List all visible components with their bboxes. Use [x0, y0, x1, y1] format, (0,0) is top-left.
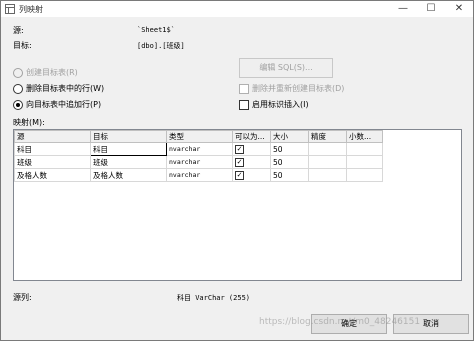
nullable-checkbox[interactable]: ✓: [235, 144, 244, 154]
column-mapping-dialog: 列映射 — ☐ ✕ 源: `Sheet1$` 目标: [dbo].[班级] 创建…: [0, 0, 474, 341]
column-header[interactable]: 精度: [308, 130, 347, 143]
nullable-cell[interactable]: ✓: [232, 142, 271, 156]
table-row[interactable]: 班级 班级 nvarchar ✓ 50: [14, 155, 383, 169]
maximize-button[interactable]: ☐: [417, 1, 445, 17]
column-header[interactable]: 目标: [90, 130, 167, 143]
source-cell[interactable]: 科目: [14, 142, 91, 156]
identity-insert-checkbox[interactable]: [239, 100, 249, 110]
edit-sql-button[interactable]: 编辑 SQL(S)...: [239, 58, 333, 78]
create-target-label: 创建目标表(R): [26, 68, 78, 77]
drop-recreate-checkbox[interactable]: [239, 84, 249, 94]
scale-cell[interactable]: [346, 155, 383, 169]
source-value: `Sheet1$`: [137, 26, 175, 34]
type-cell[interactable]: nvarchar: [166, 155, 233, 169]
column-header[interactable]: 小数...: [346, 130, 383, 143]
column-header[interactable]: 可以为...: [232, 130, 271, 143]
precision-cell[interactable]: [308, 142, 347, 156]
size-cell[interactable]: 50: [270, 142, 309, 156]
target-value: [dbo].[班级]: [137, 42, 185, 50]
create-target-radio[interactable]: [13, 68, 23, 78]
table-row[interactable]: 科目 科目 nvarchar ✓ 50: [14, 142, 383, 156]
close-button[interactable]: ✕: [445, 1, 473, 17]
delete-rows-label: 删除目标表中的行(W): [26, 84, 105, 93]
target-cell[interactable]: 科目: [90, 142, 167, 156]
nullable-checkbox[interactable]: ✓: [235, 157, 244, 167]
append-rows-label: 向目标表中追加行(P): [26, 100, 102, 109]
table-row[interactable]: 及格人数 及格人数 nvarchar ✓ 50: [14, 168, 383, 182]
size-cell[interactable]: 50: [270, 155, 309, 169]
title-bar: 列映射 — ☐ ✕: [1, 1, 473, 17]
mapping-grid: 源 目标 类型 可以为... 大小 精度 小数... 科目 科目 nvarcha…: [13, 129, 462, 281]
type-cell[interactable]: nvarchar: [166, 168, 233, 182]
target-cell[interactable]: 及格人数: [90, 168, 167, 182]
column-header[interactable]: 大小: [270, 130, 309, 143]
nullable-cell[interactable]: ✓: [232, 155, 271, 169]
precision-cell[interactable]: [308, 155, 347, 169]
type-cell[interactable]: nvarchar: [166, 142, 233, 156]
nullable-cell[interactable]: ✓: [232, 168, 271, 182]
source-column-value: 科目 VarChar (255): [177, 294, 251, 302]
source-cell[interactable]: 及格人数: [14, 168, 91, 182]
delete-rows-radio[interactable]: [13, 84, 23, 94]
target-label: 目标:: [13, 41, 32, 50]
source-cell[interactable]: 班级: [14, 155, 91, 169]
target-cell[interactable]: 班级: [90, 155, 167, 169]
column-header[interactable]: 源: [14, 130, 91, 143]
watermark: https://blog.csdn.net/m0_48246151: [259, 317, 421, 327]
identity-insert-label: 启用标识插入(I): [252, 100, 309, 109]
minimize-button[interactable]: —: [389, 1, 417, 17]
mapping-table: 源 目标 类型 可以为... 大小 精度 小数... 科目 科目 nvarcha…: [14, 130, 383, 182]
mappings-label: 映射(M):: [13, 118, 45, 127]
precision-cell[interactable]: [308, 168, 347, 182]
scale-cell[interactable]: [346, 142, 383, 156]
app-icon: [5, 4, 15, 14]
source-column-label: 源列:: [13, 293, 32, 302]
table-header-row: 源 目标 类型 可以为... 大小 精度 小数...: [14, 130, 383, 143]
append-rows-radio[interactable]: [13, 100, 23, 110]
window-title: 列映射: [19, 5, 43, 14]
scale-cell[interactable]: [346, 168, 383, 182]
source-label: 源:: [13, 26, 24, 35]
drop-recreate-label: 删除并重新创建目标表(D): [252, 84, 345, 93]
size-cell[interactable]: 50: [270, 168, 309, 182]
column-header[interactable]: 类型: [166, 130, 233, 143]
nullable-checkbox[interactable]: ✓: [235, 170, 244, 180]
